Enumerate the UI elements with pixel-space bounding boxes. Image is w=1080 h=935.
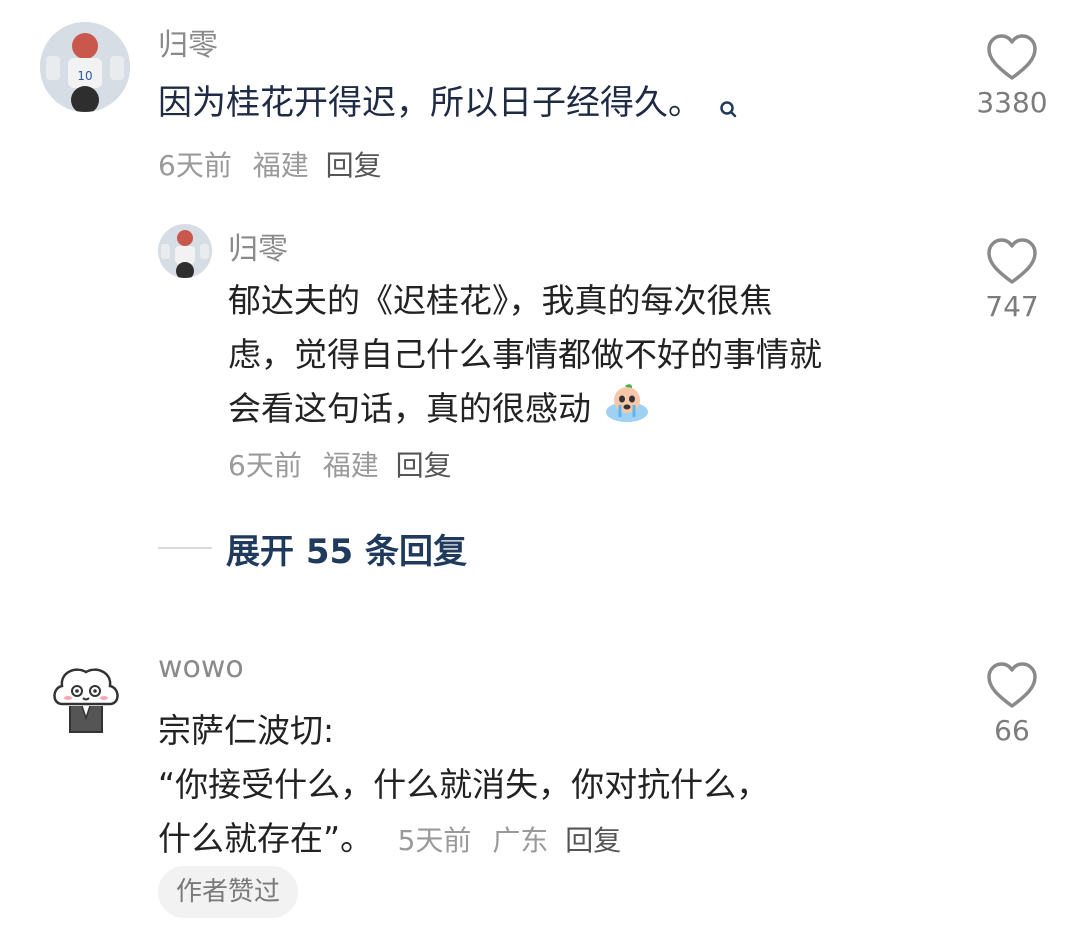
- comment-text-line: 宗萨仁波切:: [158, 711, 335, 750]
- like-count: 747: [985, 290, 1039, 323]
- reply-username[interactable]: 归零: [228, 224, 288, 268]
- author-liked-badge: 作者赞过: [158, 866, 299, 918]
- comment-text-line: 什么就存在”。: [158, 819, 374, 858]
- comment-meta: 6天前 福建 回复: [158, 144, 382, 184]
- comment-text: 宗萨仁波切: “你接受什么，什么就消失，你对抗什么， 什么就存在”。 5天前 广…: [158, 704, 769, 868]
- like-count: 66: [994, 714, 1030, 747]
- reply-text-line: 会看这句话，真的很感动: [228, 389, 591, 428]
- heart-outline-icon: [987, 238, 1037, 284]
- like-button[interactable]: 3380: [957, 32, 1067, 119]
- comment-text-last-line: 什么就存在”。 5天前 广东 回复: [158, 812, 769, 868]
- avatar[interactable]: [158, 224, 212, 278]
- avatar-image: [46, 660, 126, 740]
- comment-text: 因为桂花开得迟，所以日子经得久。: [158, 76, 739, 136]
- reply-text-line: 郁达夫的《迟桂花》，我真的每次很焦: [228, 281, 773, 320]
- avatar-image: 10: [40, 22, 130, 112]
- reply-time: 6天前: [228, 449, 302, 482]
- crying-emoji-icon: [604, 383, 650, 439]
- reply-location: 福建: [322, 449, 379, 482]
- reply-button[interactable]: 回复: [565, 824, 621, 857]
- reply-text-last-line: 会看这句话，真的很感动: [228, 382, 822, 439]
- reply-text-line: 虑，觉得自己什么事情都做不好的事情就: [228, 335, 822, 374]
- reply-text: 郁达夫的《迟桂花》，我真的每次很焦 虑，觉得自己什么事情都做不好的事情就 会看这…: [228, 274, 822, 439]
- like-button[interactable]: 66: [957, 660, 1067, 747]
- comment-text-content: 因为桂花开得迟，所以日子经得久。: [158, 83, 702, 123]
- search-icon[interactable]: [719, 82, 739, 136]
- reply-button[interactable]: 回复: [396, 449, 452, 482]
- comment-meta: 5天前 广东 回复: [398, 824, 622, 857]
- reply-meta: 6天前 福建 回复: [228, 444, 452, 484]
- heart-outline-icon: [987, 34, 1037, 80]
- like-button[interactable]: 747: [957, 236, 1067, 323]
- comment-time: 6天前: [158, 149, 232, 182]
- avatar[interactable]: 10: [40, 22, 130, 112]
- comment-username[interactable]: 归零: [158, 20, 218, 64]
- expand-divider: [158, 547, 212, 549]
- heart-outline-icon: [987, 662, 1037, 708]
- svg-text:10: 10: [77, 69, 92, 83]
- avatar[interactable]: [46, 660, 126, 740]
- comment-username[interactable]: wowo: [158, 650, 244, 685]
- reply-button[interactable]: 回复: [326, 149, 382, 182]
- like-count: 3380: [976, 86, 1048, 119]
- comment-text-line: “你接受什么，什么就消失，你对抗什么，: [158, 765, 770, 804]
- comment-location: 广东: [492, 824, 549, 857]
- avatar-image: [158, 224, 212, 278]
- expand-replies-button[interactable]: 展开 55 条回复: [226, 524, 467, 573]
- comment-location: 福建: [252, 149, 309, 182]
- comment-time: 5天前: [397, 824, 472, 857]
